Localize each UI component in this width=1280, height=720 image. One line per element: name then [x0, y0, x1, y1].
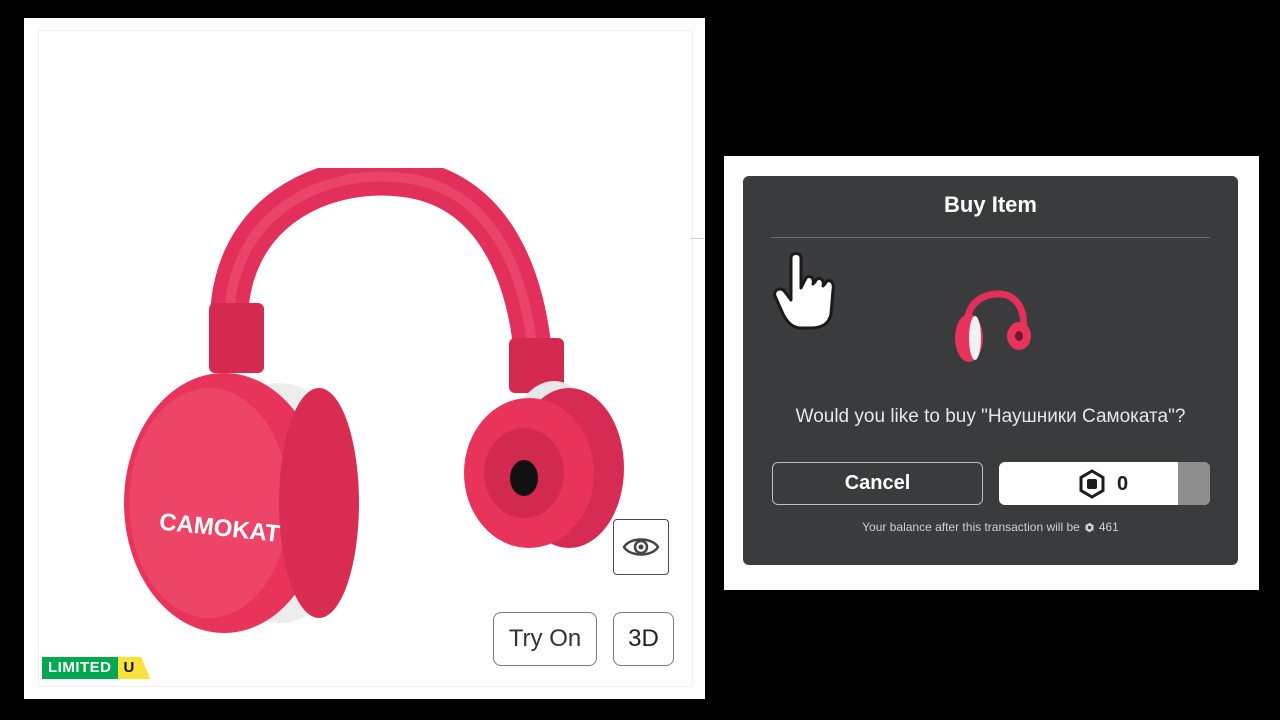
robux-icon	[1079, 469, 1105, 499]
modal-title: Buy Item	[944, 192, 1037, 217]
buy-button[interactable]: 0	[999, 462, 1210, 505]
item-thumbnail	[955, 290, 1031, 362]
view-toggle-button[interactable]	[613, 519, 669, 575]
buy-button-edge	[1178, 462, 1210, 505]
purchase-question: Would you like to buy "Наушники Самоката…	[795, 406, 1186, 427]
balance-info: Your balance after this transaction will…	[743, 520, 1238, 534]
eye-icon	[622, 538, 660, 556]
hand-cursor-icon	[773, 252, 835, 330]
balance-value: 461	[1098, 520, 1119, 534]
limited-label: LIMITED	[42, 657, 118, 679]
limited-badge: LIMITED U	[42, 657, 151, 679]
headphones-item-image: CAMOKAT	[124, 168, 624, 633]
cancel-button[interactable]: Cancel	[772, 462, 983, 505]
page-divider	[690, 238, 704, 239]
limited-unique-label: U	[117, 657, 151, 679]
robux-small-icon	[1085, 522, 1094, 532]
buy-item-modal: Buy Item Would you like to buy "Наушники…	[743, 176, 1238, 565]
item-preview-panel: CAMOKAT Try On 3D LIMITED U	[24, 18, 705, 699]
try-on-button[interactable]: Try On	[493, 612, 597, 666]
balance-text: Your balance after this transaction will…	[862, 520, 1080, 534]
modal-divider	[771, 237, 1210, 238]
3d-view-button[interactable]: 3D	[613, 612, 674, 666]
price-value: 0	[1117, 472, 1129, 495]
